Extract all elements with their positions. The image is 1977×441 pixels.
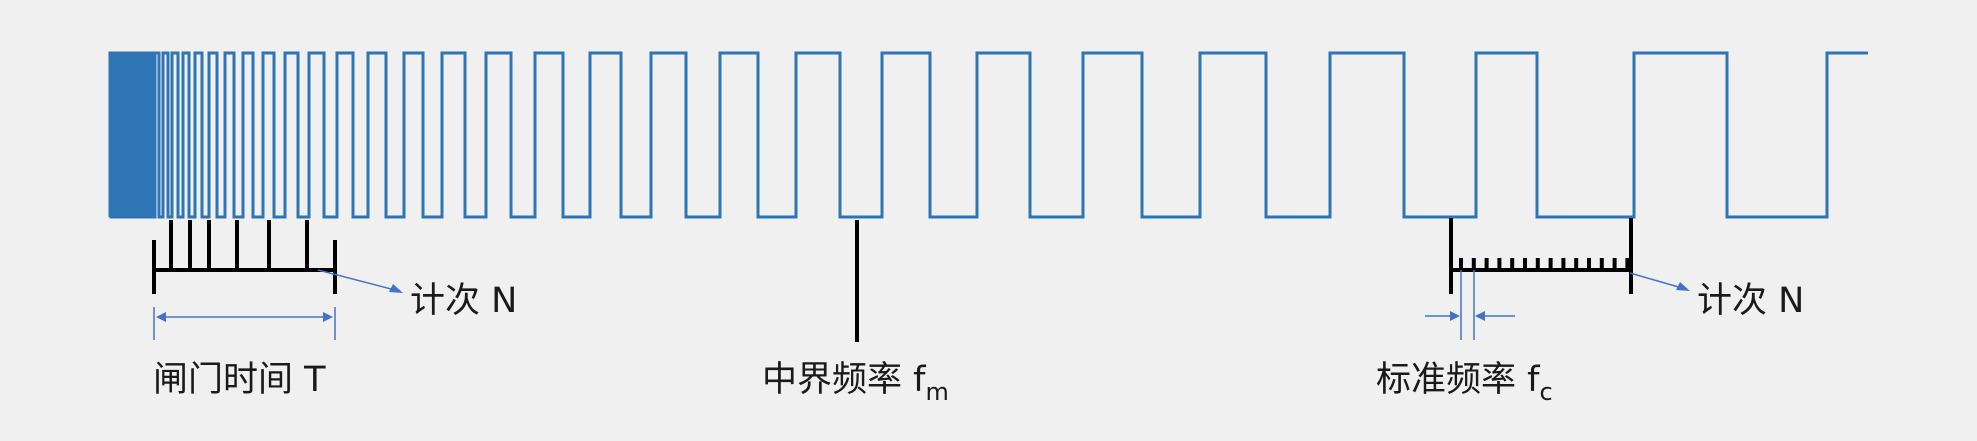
standard-frequency-main: 标准频率 f (1376, 360, 1540, 400)
gate-time-label: 闸门时间 T (153, 360, 326, 400)
count-label-left: 计次 N (410, 281, 517, 321)
mid-frequency-main: 中界频率 f (762, 360, 926, 400)
mid-frequency-label: 中界频率 fm (762, 360, 949, 406)
count-label-right: 计次 N (1697, 281, 1804, 321)
standard-frequency-label: 标准频率 fc (1376, 360, 1553, 406)
standard-frequency-subscript: c (1539, 378, 1552, 406)
mid-frequency-subscript: m (925, 378, 948, 406)
frequency-measurement-diagram: 计次 N 闸门时间 T 中界频率 fm 计次 N 标准频率 fc (0, 0, 1977, 441)
dense-waveform-block (110, 53, 132, 217)
